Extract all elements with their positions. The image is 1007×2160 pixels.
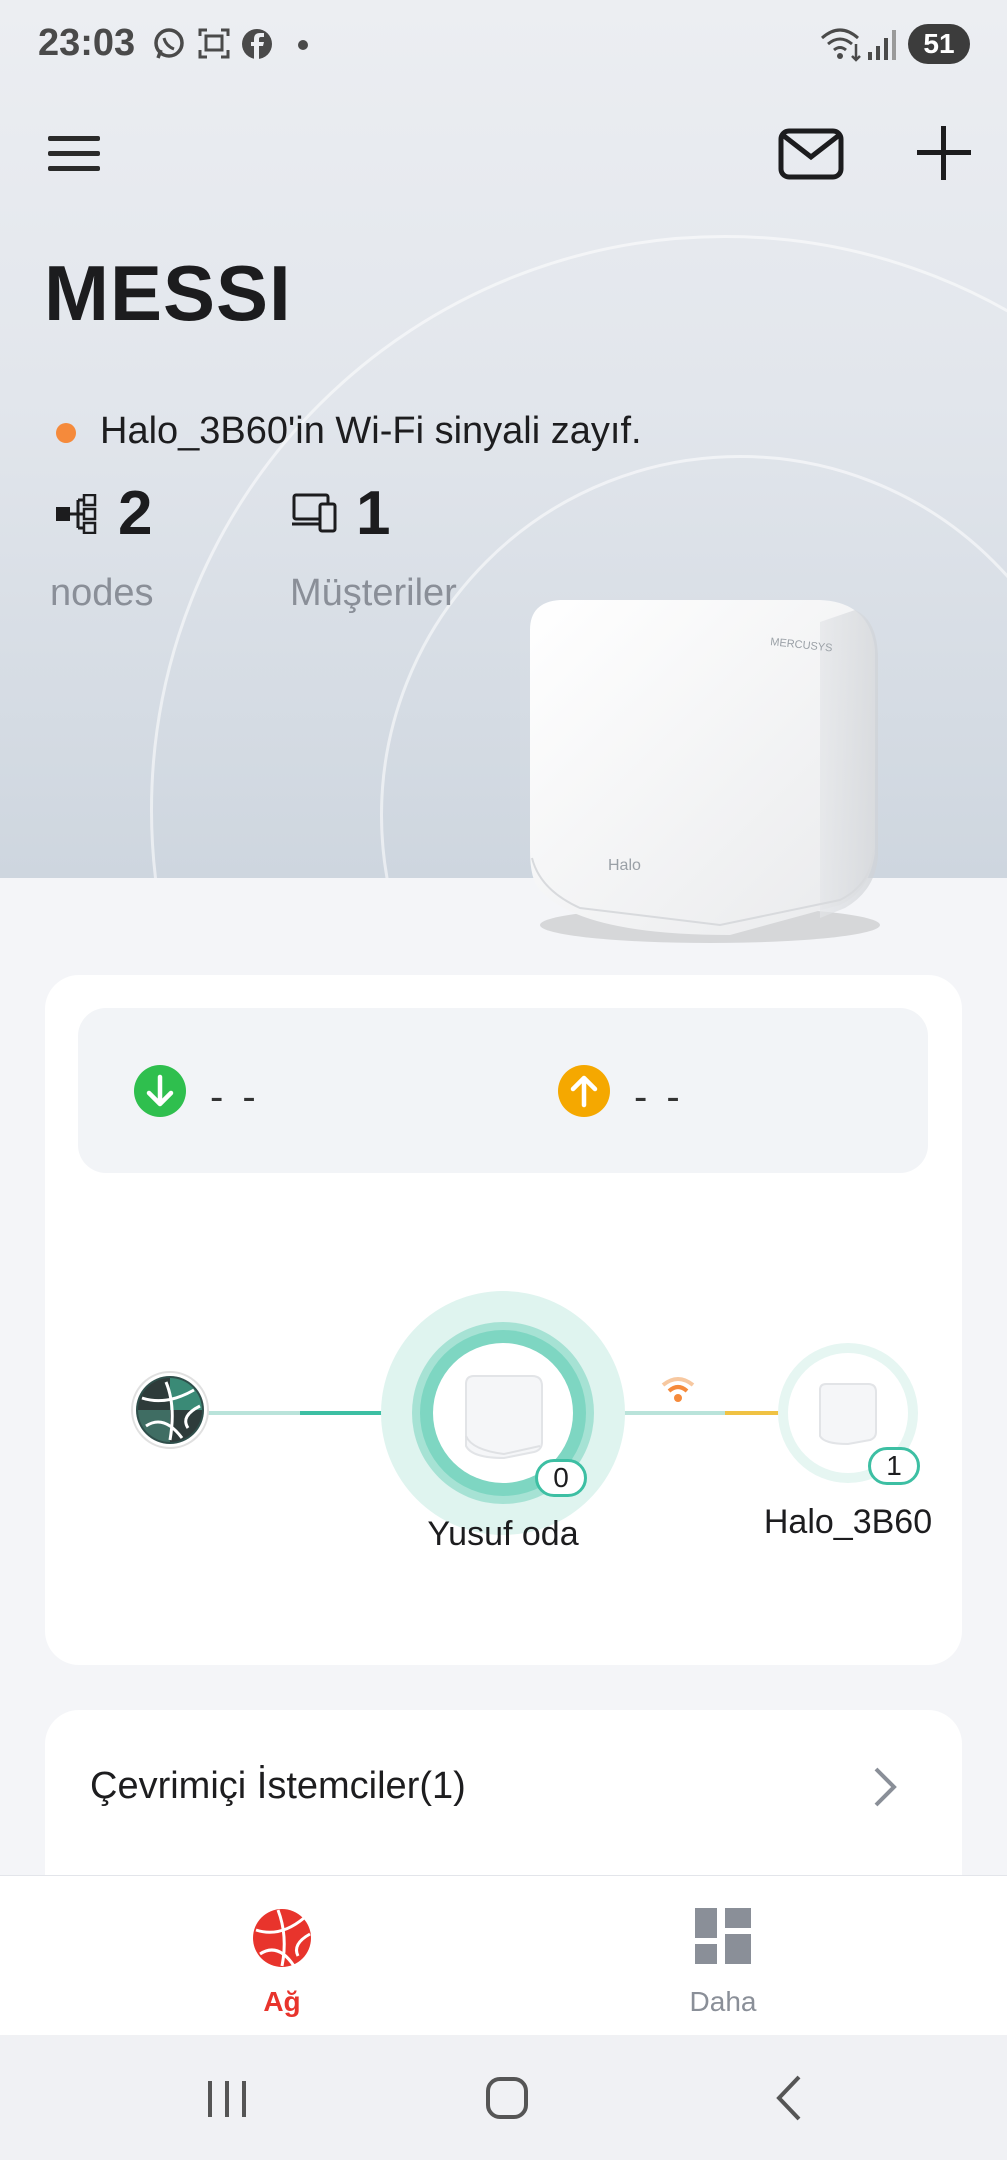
tab-more[interactable]: Daha: [573, 1876, 873, 2036]
internet-globe-icon[interactable]: [136, 1376, 204, 1444]
recents-button[interactable]: [192, 2063, 262, 2133]
chevron-right-icon[interactable]: [870, 1765, 900, 1809]
satellite-node-device-icon[interactable]: [808, 1374, 888, 1454]
main-node-clients-badge: 0: [535, 1459, 587, 1497]
home-button[interactable]: [472, 2063, 542, 2133]
online-clients-label[interactable]: Çevrimiçi İstemciler(1): [90, 1765, 466, 1808]
satellite-node-name[interactable]: Halo_3B60: [738, 1503, 958, 1542]
bottom-tab-bar: Ağ Daha: [0, 1875, 1007, 2035]
wifi-weak-icon: [661, 1377, 695, 1402]
system-nav-bar: [0, 2035, 1007, 2160]
tab-network-label: Ağ: [263, 1986, 301, 2017]
tab-more-label: Daha: [689, 1986, 757, 2017]
main-node-name[interactable]: Yusuf oda: [383, 1515, 623, 1554]
tab-network[interactable]: Ağ: [132, 1876, 432, 2036]
main-node-device-icon[interactable]: [448, 1360, 558, 1470]
satellite-node-clients-badge: 1: [868, 1447, 920, 1485]
dashboard-grid-icon: [695, 1908, 751, 1964]
network-globe-icon: [253, 1909, 311, 1967]
back-button[interactable]: [755, 2063, 825, 2133]
